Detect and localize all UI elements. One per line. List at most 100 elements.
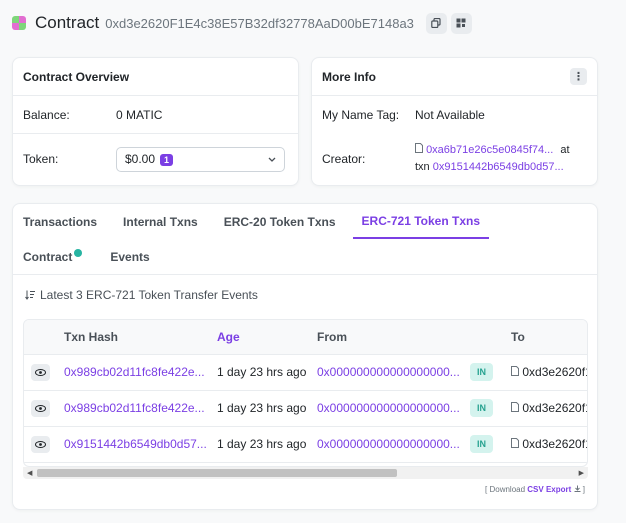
token-label: Token: — [23, 152, 59, 166]
from-address-link[interactable]: 0x000000000000000000... — [317, 365, 460, 379]
token-value: $0.00 — [125, 152, 156, 166]
csv-suffix: ] — [582, 485, 585, 494]
creator-info: 0xa6b71e26c5e0845f74... at txn 0x9151442… — [415, 142, 570, 176]
tab-events[interactable]: Events — [110, 239, 149, 274]
tab-events-label: Events — [110, 249, 150, 264]
scrollbar-thumb[interactable] — [37, 469, 397, 477]
token-row: Token: $0.00 1 — [13, 134, 298, 184]
sort-icon — [25, 290, 35, 300]
tab-transactions-label: Transactions — [23, 214, 98, 229]
direction-badge: IN — [470, 435, 493, 453]
txn-hash-link[interactable]: 0x989cb02d11fc8fe422e... — [64, 401, 205, 415]
tab-transactions[interactable]: Transactions — [23, 204, 97, 239]
qr-code-icon — [456, 18, 466, 28]
table-row: 0x989cb02d11fc8fe422e... 1 day 23 hrs ag… — [24, 354, 587, 391]
creator-address-link[interactable]: 0xa6b71e26c5e0845f74... — [426, 144, 553, 156]
name-tag-row: My Name Tag: Not Available — [312, 96, 597, 134]
col-from: From — [317, 320, 470, 355]
from-address-link[interactable]: 0x000000000000000000... — [317, 437, 460, 451]
copy-address-button[interactable] — [425, 12, 447, 34]
tab-internal-txns-label: Internal Txns — [123, 214, 198, 229]
direction-badge: IN — [470, 399, 493, 417]
to-address: 0xd3e2620f1e — [522, 365, 587, 379]
tab-erc721-token-txns[interactable]: ERC-721 Token Txns — [352, 204, 490, 239]
age-cell: 1 day 23 hrs ago — [217, 354, 317, 391]
scroll-left-arrow[interactable]: ◀ — [27, 469, 32, 477]
summary-text: Latest 3 ERC-721 Token Transfer Events — [40, 288, 258, 302]
creator-txn-link[interactable]: 0x9151442b6549db0d57... — [433, 161, 564, 173]
tab-erc20-label: ERC-20 Token Txns — [223, 214, 336, 229]
table-row: 0x989cb02d11fc8fe422e... 1 day 23 hrs ag… — [24, 390, 587, 427]
page-title: Contract — [35, 13, 100, 32]
col-view — [24, 320, 64, 355]
contract-identicon — [12, 16, 26, 30]
contract-overview-title: Contract Overview — [23, 69, 130, 84]
tab-erc721-label: ERC-721 Token Txns — [361, 213, 481, 228]
age-cell: 1 day 23 hrs ago — [217, 390, 317, 427]
horizontal-scrollbar[interactable]: ◀ ▶ — [23, 467, 588, 479]
csv-export: [ Download CSV Export ] — [485, 485, 585, 494]
col-direction — [470, 320, 511, 355]
table-header-row: Txn Hash Age From To — [24, 320, 587, 355]
qr-code-button[interactable] — [450, 12, 472, 34]
direction-badge: IN — [470, 363, 493, 381]
contract-address: 0xd3e2620F1E4c38E57B32df32778AaD00bE7148… — [105, 15, 414, 31]
transfers-table-container[interactable]: Txn Hash Age From To 0x989cb02d11fc8fe42… — [23, 319, 588, 467]
tab-contract[interactable]: Contract — [23, 239, 83, 274]
token-txns-card: Transactions Internal Txns ERC-20 Token … — [12, 203, 598, 510]
name-tag-value: Not Available — [415, 108, 485, 122]
tab-bar: Transactions Internal Txns ERC-20 Token … — [13, 204, 597, 275]
col-age[interactable]: Age — [217, 320, 317, 355]
balance-label: Balance: — [23, 107, 70, 122]
balance-value: 0 MATIC — [116, 107, 163, 122]
txn-hash-link[interactable]: 0x989cb02d11fc8fe422e... — [64, 365, 205, 379]
document-icon — [511, 366, 519, 376]
contract-overview-header: Contract Overview — [13, 58, 298, 96]
download-icon — [574, 485, 581, 492]
page-header: Contract 0xd3e2620F1E4c38E57B32df32778Aa… — [12, 10, 472, 36]
scroll-right-arrow[interactable]: ▶ — [579, 469, 584, 477]
more-options-button[interactable]: ⋮ — [570, 68, 587, 85]
token-dropdown[interactable]: $0.00 1 — [116, 146, 285, 172]
creator-row: Creator: 0xa6b71e26c5e0845f74... at txn … — [312, 134, 597, 184]
kebab-icon: ⋮ — [573, 71, 584, 83]
csv-export-link[interactable]: CSV Export — [527, 485, 571, 494]
contract-overview-card: Contract Overview Balance: 0 MATIC Token… — [12, 57, 299, 186]
tab-contract-label: Contract — [23, 249, 73, 264]
name-tag-label: My Name Tag: — [322, 108, 400, 122]
to-address: 0xd3e2620f1e — [522, 437, 587, 451]
token-dropdown-value: $0.00 1 — [125, 152, 174, 166]
more-info-header: More Info ⋮ — [312, 58, 597, 96]
from-address-link[interactable]: 0x000000000000000000... — [317, 401, 460, 415]
txn-hash-link[interactable]: 0x9151442b6549db0d57... — [64, 437, 207, 451]
age-cell: 1 day 23 hrs ago — [217, 426, 317, 463]
eye-icon — [35, 440, 46, 448]
copy-icon — [431, 18, 442, 28]
more-info-card: More Info ⋮ My Name Tag: Not Available C… — [311, 57, 598, 186]
chevron-down-icon — [268, 157, 276, 162]
creator-label: Creator: — [322, 152, 366, 166]
tab-erc20-token-txns[interactable]: ERC-20 Token Txns — [224, 204, 336, 239]
tab-internal-txns[interactable]: Internal Txns — [123, 204, 198, 239]
document-icon — [511, 402, 519, 412]
col-txn-hash: Txn Hash — [64, 320, 217, 355]
token-count-badge: 1 — [160, 154, 174, 166]
col-to: To — [511, 320, 587, 355]
view-details-button[interactable] — [31, 399, 50, 417]
verified-check-icon — [74, 249, 83, 257]
document-icon — [511, 438, 519, 448]
transfers-table: Txn Hash Age From To 0x989cb02d11fc8fe42… — [24, 320, 587, 463]
more-info-title: More Info — [322, 69, 376, 84]
creator-txn-label: txn — [415, 161, 430, 173]
eye-icon — [35, 404, 46, 412]
transfer-summary: Latest 3 ERC-721 Token Transfer Events — [25, 288, 258, 302]
to-address: 0xd3e2620f1e — [522, 401, 587, 415]
creator-at-text: at — [560, 144, 570, 156]
eye-icon — [35, 368, 46, 376]
balance-row: Balance: 0 MATIC — [13, 96, 298, 134]
view-details-button[interactable] — [31, 363, 50, 381]
table-row: 0x9151442b6549db0d57... 1 day 23 hrs ago… — [24, 426, 587, 463]
view-details-button[interactable] — [31, 435, 50, 453]
document-icon — [415, 143, 423, 153]
csv-prefix: [ Download — [485, 485, 526, 494]
